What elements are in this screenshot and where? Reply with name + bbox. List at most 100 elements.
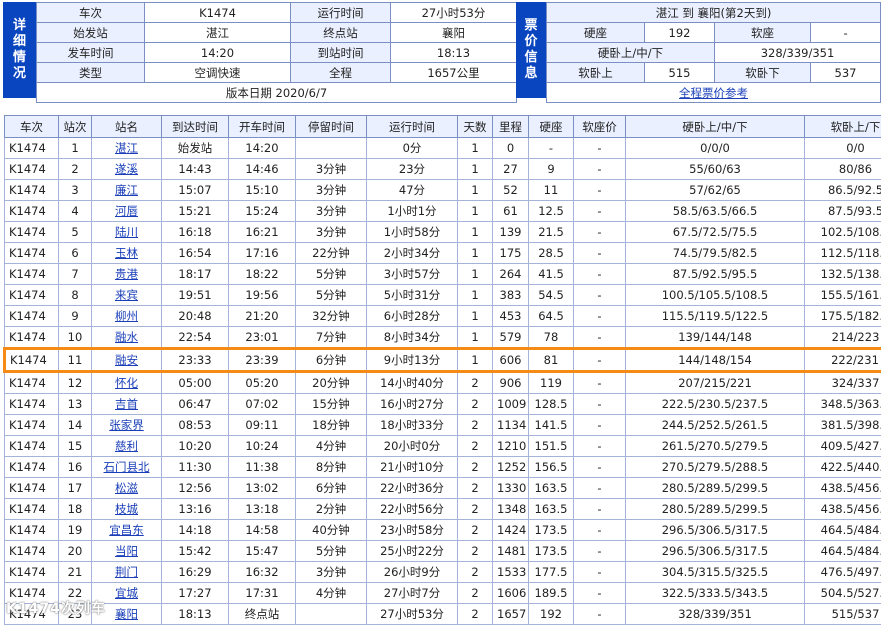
table-cell: 1252 bbox=[493, 457, 529, 478]
table-row[interactable]: K147420当阳15:4215:475分钟25小时22分21481173.5-… bbox=[5, 541, 881, 562]
table-cell: 64.5 bbox=[529, 306, 574, 327]
table-cell: 1小时58分 bbox=[367, 222, 458, 243]
table-cell: 吉首 bbox=[92, 394, 162, 415]
station-link[interactable]: 宜城 bbox=[115, 586, 138, 600]
table-cell: 32分钟 bbox=[296, 306, 367, 327]
info-label: 到站时间 bbox=[291, 43, 391, 63]
column-header: 车次 bbox=[5, 116, 59, 138]
table-cell: - bbox=[574, 372, 626, 394]
table-cell: 26小时9分 bbox=[367, 562, 458, 583]
table-cell: 18:17 bbox=[162, 264, 229, 285]
table-cell: 3分钟 bbox=[296, 562, 367, 583]
station-link[interactable]: 柳州 bbox=[115, 309, 138, 323]
table-cell: 322.5/333.5/343.5 bbox=[626, 583, 805, 604]
table-row[interactable]: K14745陆川16:1816:213分钟1小时58分113921.5-67.5… bbox=[5, 222, 881, 243]
table-row[interactable]: K147423襄阳18:13终点站27小时53分21657192-328/339… bbox=[5, 604, 881, 625]
station-link[interactable]: 融水 bbox=[115, 330, 138, 344]
station-link[interactable]: 襄阳 bbox=[115, 607, 138, 621]
table-row[interactable]: K14746玉林16:5417:1622分钟2小时34分117528.5-74.… bbox=[5, 243, 881, 264]
table-cell: 22小时56分 bbox=[367, 499, 458, 520]
station-link[interactable]: 来宾 bbox=[115, 288, 138, 302]
table-cell: 1348 bbox=[493, 499, 529, 520]
station-link[interactable]: 陆川 bbox=[115, 225, 138, 239]
table-cell: 11:30 bbox=[162, 457, 229, 478]
table-cell: 16:54 bbox=[162, 243, 229, 264]
table-cell: 280.5/289.5/299.5 bbox=[626, 478, 805, 499]
station-link[interactable]: 融安 bbox=[115, 353, 138, 367]
table-row[interactable]: K147414张家界08:5309:1118分钟18小时33分21134141.… bbox=[5, 415, 881, 436]
table-row[interactable]: K147416石门县北11:3011:388分钟21小时10分21252156.… bbox=[5, 457, 881, 478]
table-cell: 606 bbox=[493, 349, 529, 372]
station-link[interactable]: 慈利 bbox=[115, 439, 138, 453]
station-link[interactable]: 松滋 bbox=[115, 481, 138, 495]
table-cell: K1474 bbox=[5, 180, 59, 201]
table-cell: 270.5/279.5/288.5 bbox=[626, 457, 805, 478]
table-row[interactable]: K14742遂溪14:4314:463分钟23分1279-55/60/6380/… bbox=[5, 159, 881, 180]
table-cell: 87.5/93.5 bbox=[805, 201, 881, 222]
table-row[interactable]: K147417松滋12:5613:026分钟22小时36分21330163.5-… bbox=[5, 478, 881, 499]
table-cell: 1 bbox=[458, 306, 493, 327]
table-cell: 2 bbox=[458, 499, 493, 520]
table-cell: 19:56 bbox=[229, 285, 296, 306]
station-link[interactable]: 荆门 bbox=[115, 565, 138, 579]
table-cell: 102.5/108.5 bbox=[805, 222, 881, 243]
table-cell: 1330 bbox=[493, 478, 529, 499]
table-cell: 18 bbox=[59, 499, 92, 520]
station-link[interactable]: 玉林 bbox=[115, 246, 138, 260]
table-row[interactable]: K14747贵港18:1718:225分钟3小时57分126441.5-87.5… bbox=[5, 264, 881, 285]
table-cell: - bbox=[574, 436, 626, 457]
table-row[interactable]: K14748来宾19:5119:565分钟5小时31分138354.5-100.… bbox=[5, 285, 881, 306]
table-cell: 151.5 bbox=[529, 436, 574, 457]
table-cell: 22分钟 bbox=[296, 243, 367, 264]
table-row[interactable]: K14744河唇15:2115:243分钟1小时1分16112.5-58.5/6… bbox=[5, 201, 881, 222]
table-cell: 16:18 bbox=[162, 222, 229, 243]
station-link[interactable]: 石门县北 bbox=[104, 460, 150, 474]
station-link[interactable]: 遂溪 bbox=[115, 162, 138, 176]
table-cell: 3分钟 bbox=[296, 159, 367, 180]
table-row[interactable]: K147415慈利10:2010:244分钟20小时0分21210151.5-2… bbox=[5, 436, 881, 457]
table-cell: - bbox=[574, 159, 626, 180]
station-link[interactable]: 吉首 bbox=[115, 397, 138, 411]
table-cell: - bbox=[574, 306, 626, 327]
table-row-highlighted[interactable]: K147411融安23:3323:396分钟9小时13分160681-144/1… bbox=[5, 349, 881, 372]
table-row[interactable]: K14749柳州20:4821:2032分钟6小时28分145364.5-115… bbox=[5, 306, 881, 327]
table-cell: 2 bbox=[458, 520, 493, 541]
table-cell: K1474 bbox=[5, 520, 59, 541]
table-cell: K1474 bbox=[5, 264, 59, 285]
station-link[interactable]: 张家界 bbox=[109, 418, 144, 432]
table-cell: 0/0 bbox=[805, 138, 881, 159]
side-label-char: 息 bbox=[524, 66, 537, 82]
table-cell: 2分钟 bbox=[296, 499, 367, 520]
table-cell: 222/231 bbox=[805, 349, 881, 372]
full-fare-reference-link[interactable]: 全程票价参考 bbox=[679, 86, 748, 100]
table-cell: 13:16 bbox=[162, 499, 229, 520]
table-row[interactable]: K14743廉江15:0715:103分钟47分15211-57/62/6586… bbox=[5, 180, 881, 201]
table-cell: 玉林 bbox=[92, 243, 162, 264]
table-cell: 27小时7分 bbox=[367, 583, 458, 604]
table-row[interactable]: K147410融水22:5423:017分钟8小时34分157978-139/1… bbox=[5, 327, 881, 349]
station-link[interactable]: 湛江 bbox=[115, 141, 138, 155]
table-cell: K1474 bbox=[5, 457, 59, 478]
table-cell: 14:20 bbox=[229, 138, 296, 159]
table-cell: - bbox=[574, 583, 626, 604]
table-row[interactable]: K147419宜昌东14:1814:5840分钟23小时58分21424173.… bbox=[5, 520, 881, 541]
station-link[interactable]: 宜昌东 bbox=[109, 523, 144, 537]
table-row[interactable]: K147421荆门16:2916:323分钟26小时9分21533177.5-3… bbox=[5, 562, 881, 583]
station-link[interactable]: 怀化 bbox=[115, 376, 138, 390]
table-row[interactable]: K147422宜城17:2717:314分钟27小时7分21606189.5-3… bbox=[5, 583, 881, 604]
table-row[interactable]: K14741湛江始发站14:200分10--0/0/00/0 bbox=[5, 138, 881, 159]
table-cell: 慈利 bbox=[92, 436, 162, 457]
table-row[interactable]: K147418枝城13:1613:182分钟22小时56分21348163.5-… bbox=[5, 499, 881, 520]
station-link[interactable]: 枝城 bbox=[115, 502, 138, 516]
table-cell: 10 bbox=[59, 327, 92, 349]
station-link[interactable]: 河唇 bbox=[115, 204, 138, 218]
table-row[interactable]: K147412怀化05:0005:2020分钟14小时40分2906119-20… bbox=[5, 372, 881, 394]
station-link[interactable]: 贵港 bbox=[115, 267, 138, 281]
table-cell: K1474 bbox=[5, 541, 59, 562]
table-cell: 6分钟 bbox=[296, 478, 367, 499]
station-link[interactable]: 当阳 bbox=[115, 544, 138, 558]
table-cell: 陆川 bbox=[92, 222, 162, 243]
table-cell: 1 bbox=[458, 201, 493, 222]
station-link[interactable]: 廉江 bbox=[115, 183, 138, 197]
table-row[interactable]: K147413吉首06:4707:0215分钟16小时27分21009128.5… bbox=[5, 394, 881, 415]
